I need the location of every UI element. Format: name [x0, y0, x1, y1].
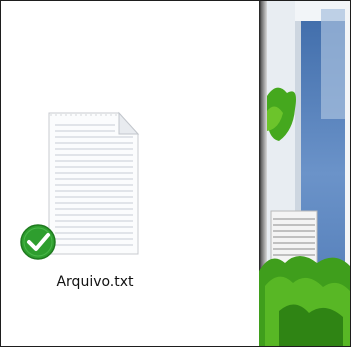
- desktop-wallpaper: [259, 1, 350, 346]
- screen-frame: Arquivo.txt: [0, 0, 351, 347]
- check-icon: [20, 224, 56, 260]
- file-name-label[interactable]: Arquivo.txt: [19, 273, 171, 291]
- desktop-area: Arquivo.txt: [1, 1, 259, 346]
- file-item[interactable]: Arquivo.txt: [19, 99, 171, 295]
- text-file-icon: [20, 111, 140, 260]
- wallpaper-image: [259, 1, 350, 346]
